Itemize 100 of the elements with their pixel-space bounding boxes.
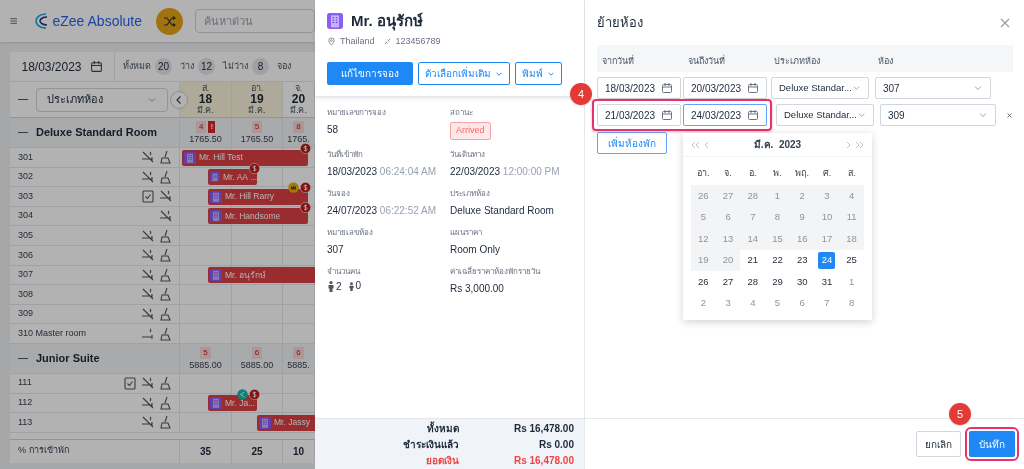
previous-button[interactable] <box>170 91 188 109</box>
room-number: 309 <box>18 307 34 321</box>
adult-icon <box>327 280 335 292</box>
occupancy-value: 25 <box>251 444 263 459</box>
booking-bar[interactable]: Mr. Hill Rarry <box>208 188 308 205</box>
building-icon <box>210 397 222 410</box>
availability-badge: 6 <box>293 346 304 359</box>
room-select[interactable]: 307 <box>875 77 991 99</box>
calendar-icon <box>661 109 673 121</box>
room-number: 304 <box>18 209 34 223</box>
field-value: 24/07/2023 06:22:52 AM <box>327 203 437 218</box>
calendar-day[interactable]: 8 <box>843 294 861 312</box>
calendar-day[interactable]: 23 <box>793 251 811 269</box>
field-label: วันจอง <box>327 187 351 200</box>
date-field[interactable]: 21/03/2023 <box>597 104 681 126</box>
room-number: 307 <box>18 268 34 282</box>
collapse-icon[interactable] <box>18 131 28 134</box>
total-label: ชำระเงินแล้ว <box>402 437 459 452</box>
day-header: อา. 19 มี.ค. <box>232 82 283 117</box>
calendar-day[interactable]: 29 <box>769 273 786 291</box>
calendar-day[interactable]: 7 <box>818 294 836 312</box>
alert-badge: ! <box>208 121 216 133</box>
total-value: Rs 16,478.00 <box>512 453 574 468</box>
booking-bar[interactable]: Mr. Jassy <box>257 414 315 431</box>
calendar-icon <box>747 109 759 121</box>
add-room-button[interactable]: เพิ่มห้องพัก <box>597 132 667 154</box>
date-field[interactable]: 20/03/2023 <box>683 77 767 99</box>
chevron-down-icon <box>978 110 988 120</box>
day-header: ส. 18 มี.ค. <box>180 82 232 117</box>
guest-name: Mr. อนุรักษ์ <box>351 11 423 33</box>
weekday-label: อา. <box>697 167 710 181</box>
building-icon <box>259 416 271 429</box>
calendar-icon[interactable] <box>89 60 103 73</box>
field-label: วันเดินทาง <box>450 148 486 161</box>
booking-bar[interactable]: Mr. Handsome <box>208 208 308 225</box>
close-icon[interactable] <box>1000 17 1010 28</box>
collapse-icon[interactable] <box>18 98 28 101</box>
building-icon <box>210 210 222 223</box>
calendar-day[interactable]: 26 <box>694 273 712 291</box>
count-badge: 20 <box>155 58 172 75</box>
date-field[interactable]: 24/03/2023 <box>683 104 767 126</box>
weekday-label: ศ. <box>822 167 832 181</box>
building-icon <box>210 190 222 203</box>
calendar-day[interactable]: 1 <box>843 273 861 291</box>
child-count: 0 <box>355 281 362 291</box>
calendar-day[interactable]: 22 <box>769 251 786 269</box>
room-type-dropdown[interactable]: ประเภทห้อง <box>36 87 168 112</box>
rate-text: 5885. <box>287 359 310 370</box>
stat-label: ว่าง <box>180 59 194 73</box>
booking-bar[interactable]: Mr. AA ... <box>208 169 257 186</box>
rate-text: 5885.00 <box>240 359 274 370</box>
calendar-day[interactable]: 24 <box>818 251 836 269</box>
chevron-down-icon <box>973 83 983 93</box>
weekday-label: ส. <box>847 167 856 181</box>
shuffle-button[interactable] <box>156 7 183 35</box>
availability-badge: 6 <box>251 346 263 359</box>
room-select[interactable]: 309 <box>880 104 996 126</box>
collapse-icon[interactable] <box>18 357 28 360</box>
search-field[interactable]: ค้นหาด่วน <box>195 9 315 33</box>
calendar-day[interactable]: 3 <box>719 294 737 312</box>
calendar-icon <box>747 82 759 94</box>
field-label: จำนวนคน <box>327 265 362 278</box>
room-type-select[interactable]: Deluxe Standar... <box>776 104 874 126</box>
building-icon <box>210 171 220 184</box>
step-badge: 4 <box>570 83 592 105</box>
column-header: ห้อง <box>878 55 893 66</box>
dropdown-button[interactable]: ตัวเลือกเพิ่มเติม <box>418 62 510 85</box>
calendar-day[interactable]: 25 <box>843 251 861 269</box>
cancel-button[interactable]: ยกเลิก <box>916 431 961 457</box>
booking-bar[interactable]: Mr. อนุรักษ์ <box>208 267 315 284</box>
calendar-day[interactable]: 2 <box>694 294 712 312</box>
calendar-day[interactable]: 21 <box>744 251 762 269</box>
total-value: Rs 16,478.00 <box>512 421 574 436</box>
calendar-day[interactable]: 30 <box>793 273 811 291</box>
availability-badge: 4 <box>195 121 207 133</box>
dropdown-button[interactable]: พิมพ์ <box>515 62 562 85</box>
column-header: จนถึงวันที่ <box>688 55 725 66</box>
calendar-day[interactable]: 28 <box>744 273 762 291</box>
room-number: 111 <box>18 376 32 390</box>
remove-icon[interactable] <box>1007 110 1012 120</box>
phone-text: 123456789 <box>395 34 441 48</box>
calendar-day[interactable]: 4 <box>744 294 762 312</box>
date-field[interactable]: 18/03/2023 <box>597 77 681 99</box>
calendar-day[interactable]: 6 <box>793 294 811 312</box>
room-number: 112 <box>18 396 33 410</box>
link-icon <box>382 36 392 46</box>
edit-booking-button[interactable]: แก้ไขการจอง <box>327 62 413 85</box>
booking-bar[interactable]: Mr. Hill Test <box>182 149 308 166</box>
calendar-day[interactable]: 5 <box>769 294 786 312</box>
calendar-day[interactable]: 31 <box>818 273 836 291</box>
field-label: แผนราคา <box>450 226 483 239</box>
rate-text: 1765.50 <box>240 134 274 144</box>
calendar-day[interactable]: 27 <box>719 273 737 291</box>
availability-badge: 5 <box>251 121 263 133</box>
chevron-down-icon <box>856 110 866 120</box>
room-type-select[interactable]: Deluxe Standar... <box>771 77 869 99</box>
field-label: ค่าเฉลี่ยราคาห้องพักรายวัน <box>450 265 542 278</box>
column-header: ประเภทห้อง <box>774 55 820 66</box>
month-title: มี.ค. 2023 <box>753 138 802 152</box>
availability-badge: 5 <box>200 346 211 359</box>
